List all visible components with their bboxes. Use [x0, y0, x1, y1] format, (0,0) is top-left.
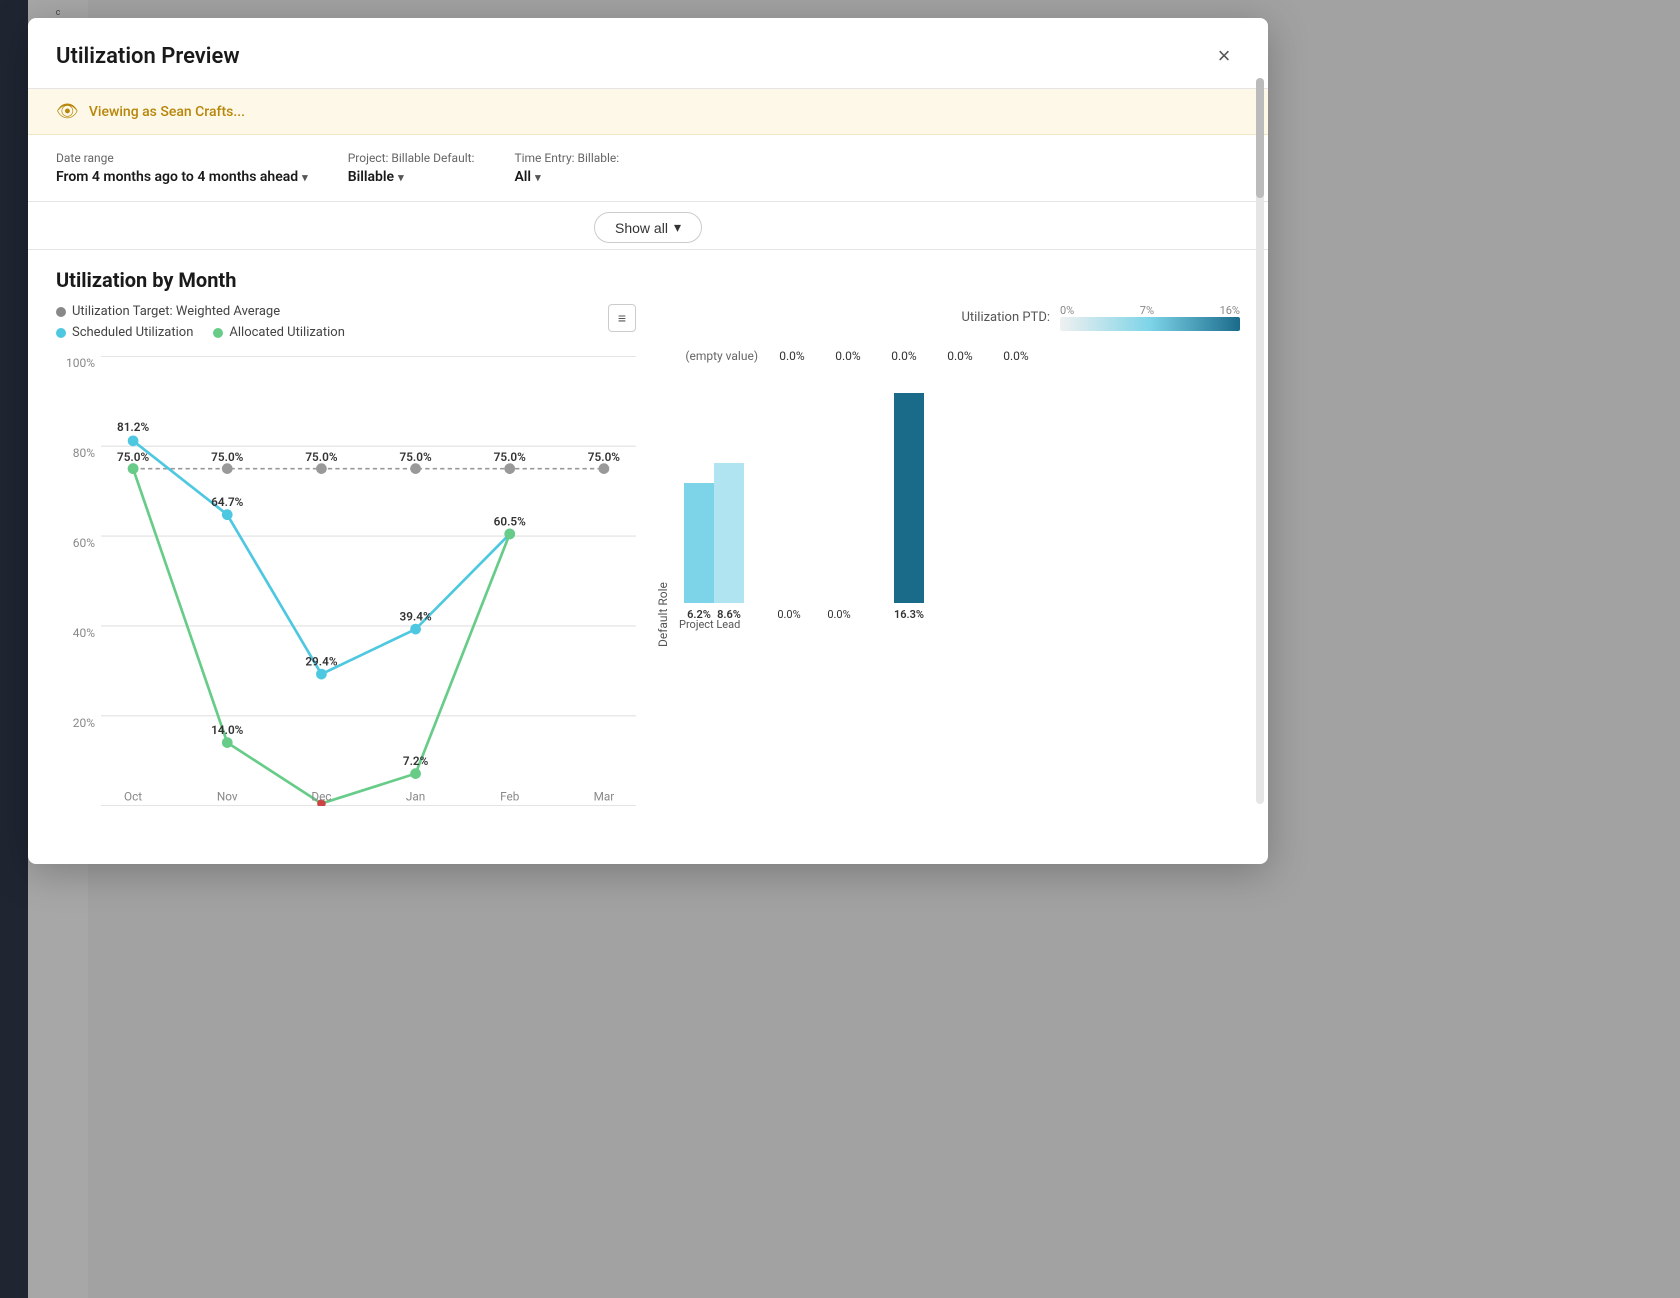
ptd-scale-16: 16%: [1220, 304, 1240, 317]
svg-text:7.2%: 7.2%: [403, 754, 429, 768]
y-label-20: 20%: [73, 716, 95, 730]
empty-val-5: 0.0%: [990, 349, 1042, 363]
legend-dot-scheduled: [56, 328, 66, 338]
svg-text:Nov: Nov: [217, 789, 238, 803]
right-chart: Utilization PTD: 0% 7% 16% (empty: [656, 304, 1240, 836]
scrollbar-thumb[interactable]: [1256, 78, 1264, 198]
viewing-as-text: Viewing as Sean Crafts...: [89, 104, 245, 120]
date-range-label: Date range: [56, 151, 308, 165]
close-button[interactable]: ×: [1208, 40, 1240, 72]
bar-chart-section: Default Role: [656, 383, 1240, 647]
legend-dot-target: [56, 307, 66, 317]
legend-row-2: Scheduled Utilization Allocated Utilizat…: [56, 325, 636, 340]
left-chart: Utilization Target: Weighted Average ≡ S…: [56, 304, 636, 836]
svg-text:0.0%: 0.0%: [827, 608, 850, 621]
line-chart-container: 100% 80% 60% 40% 20%: [56, 356, 636, 836]
svg-text:14.0%: 14.0%: [211, 723, 244, 737]
legend-scheduled-label: Scheduled Utilization: [72, 325, 193, 340]
svg-text:16.3%: 16.3%: [894, 608, 924, 621]
ptd-section: Utilization PTD: 0% 7% 16%: [656, 304, 1240, 331]
svg-text:75.0%: 75.0%: [305, 450, 338, 464]
show-all-label: Show all: [615, 220, 668, 236]
svg-text:64.7%: 64.7%: [211, 495, 244, 509]
modal-body: Utilization by Month Utilization Target:…: [28, 250, 1268, 864]
svg-text:81.2%: 81.2%: [117, 420, 150, 434]
empty-val-3: 0.0%: [878, 349, 930, 363]
project-billable-label: Project: Billable Default:: [348, 151, 475, 165]
svg-text:Feb: Feb: [500, 789, 520, 803]
svg-text:39.4%: 39.4%: [399, 610, 432, 624]
bar-chart-inner: 6.2% 8.6% 0.0% 0.0% 16.3% Project Lead: [674, 383, 1240, 647]
default-role-label: Default Role: [656, 383, 670, 647]
date-range-chevron: ▾: [302, 171, 308, 184]
line-chart-svg: 75.0% 75.0% 75.0% 75.0% 75.0% 75.0%: [101, 356, 636, 806]
empty-val-2: 0.0%: [822, 349, 874, 363]
svg-text:Mar: Mar: [594, 789, 615, 803]
legend-row-1: Utilization Target: Weighted Average ≡: [56, 304, 636, 319]
chart-plot: 75.0% 75.0% 75.0% 75.0% 75.0% 75.0%: [101, 356, 636, 806]
viewing-banner: 👁 Viewing as Sean Crafts...: [28, 89, 1268, 135]
svg-text:Oct: Oct: [124, 789, 142, 803]
modal-title: Utilization Preview: [56, 44, 240, 69]
project-billable-value[interactable]: Billable ▾: [348, 169, 475, 185]
chart-legend: Utilization Target: Weighted Average ≡ S…: [56, 304, 636, 340]
show-all-row: Show all ▾: [28, 202, 1268, 250]
time-entry-billable-filter: Time Entry: Billable: All ▾: [514, 151, 619, 185]
svg-text:60.5%: 60.5%: [494, 514, 527, 528]
svg-text:Project Lead: Project Lead: [679, 618, 740, 631]
legend-dot-allocated: [213, 328, 223, 338]
empty-value-cells: 0.0% 0.0% 0.0% 0.0% 0.0%: [766, 349, 1042, 363]
ptd-scale-0: 0%: [1060, 304, 1074, 317]
legend-icon-button[interactable]: ≡: [608, 304, 636, 332]
date-range-filter: Date range From 4 months ago to 4 months…: [56, 151, 308, 185]
legend-scheduled: Scheduled Utilization: [56, 325, 193, 340]
y-label-100: 100%: [66, 356, 95, 370]
empty-value-row: (empty value) 0.0% 0.0% 0.0% 0.0% 0.0%: [656, 339, 1240, 363]
time-entry-billable-label: Time Entry: Billable:: [514, 151, 619, 165]
svg-text:0.0%: 0.0%: [777, 608, 800, 621]
modal-header: Utilization Preview ×: [28, 18, 1268, 89]
right-chart-content: (empty value) 0.0% 0.0% 0.0% 0.0% 0.0% D…: [656, 339, 1240, 647]
svg-text:Dec: Dec: [311, 789, 331, 803]
project-billable-chevron: ▾: [398, 171, 404, 184]
ptd-label: Utilization PTD:: [961, 310, 1050, 325]
legend-allocated-label: Allocated Utilization: [229, 325, 345, 340]
y-label-60: 60%: [73, 536, 95, 550]
empty-val-1: 0.0%: [766, 349, 818, 363]
legend-target: Utilization Target: Weighted Average: [56, 304, 280, 319]
time-entry-billable-chevron: ▾: [535, 171, 541, 184]
legend-allocated: Allocated Utilization: [213, 325, 345, 340]
y-label-80: 80%: [73, 446, 95, 460]
filters-row: Date range From 4 months ago to 4 months…: [28, 135, 1268, 202]
ptd-scale: 0% 7% 16%: [1060, 304, 1240, 331]
svg-text:75.0%: 75.0%: [211, 450, 244, 464]
y-label-40: 40%: [73, 626, 95, 640]
svg-text:75.0%: 75.0%: [588, 450, 621, 464]
svg-text:75.0%: 75.0%: [399, 450, 432, 464]
time-entry-billable-value[interactable]: All ▾: [514, 169, 619, 185]
y-axis-labels: 100% 80% 60% 40% 20%: [56, 356, 101, 806]
modal: Utilization Preview × 👁 Viewing as Sean …: [28, 18, 1268, 864]
eye-icon: 👁: [56, 101, 79, 122]
empty-value-label: (empty value): [656, 349, 766, 363]
scrollbar-track[interactable]: [1256, 78, 1264, 804]
chart-area: Utilization Target: Weighted Average ≡ S…: [56, 304, 1240, 836]
ptd-scale-numbers: 0% 7% 16%: [1060, 304, 1240, 317]
ptd-gradient-bar: [1060, 317, 1240, 331]
legend-target-label: Utilization Target: Weighted Average: [72, 304, 280, 319]
show-all-button[interactable]: Show all ▾: [594, 212, 702, 243]
project-billable-filter: Project: Billable Default: Billable ▾: [348, 151, 475, 185]
section-title: Utilization by Month: [56, 250, 1240, 304]
bar-chart-svg: 6.2% 8.6% 0.0% 0.0% 16.3% Project Lead: [674, 383, 994, 643]
svg-text:Jan: Jan: [406, 789, 425, 803]
svg-text:75.0%: 75.0%: [494, 450, 527, 464]
show-all-chevron: ▾: [674, 219, 681, 236]
ptd-scale-7: 7%: [1140, 304, 1154, 317]
date-range-value[interactable]: From 4 months ago to 4 months ahead ▾: [56, 169, 308, 185]
empty-val-4: 0.0%: [934, 349, 986, 363]
svg-text:75.0%: 75.0%: [117, 450, 150, 464]
svg-text:29.4%: 29.4%: [305, 655, 338, 669]
